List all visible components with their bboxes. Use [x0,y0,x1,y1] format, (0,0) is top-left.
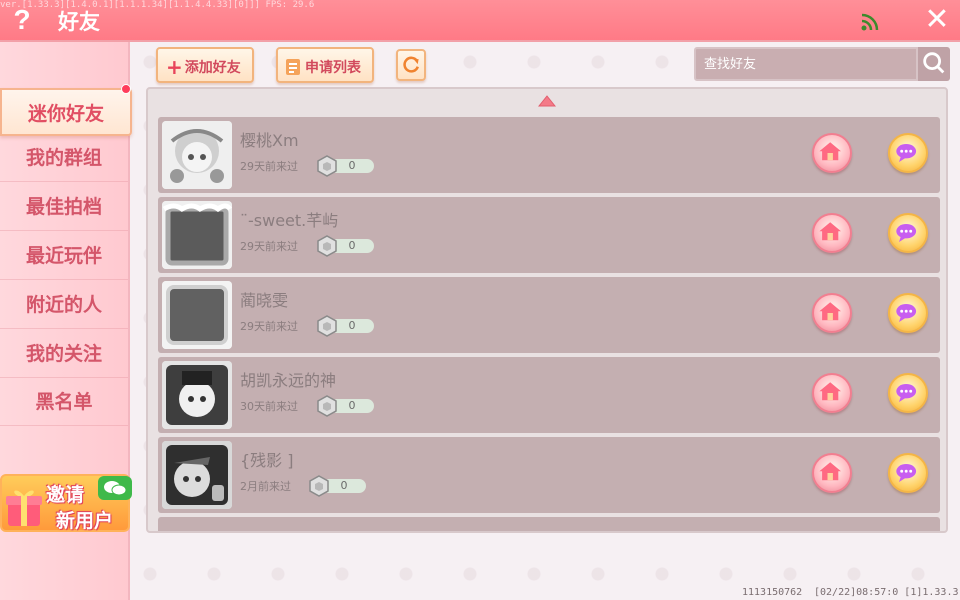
level-badge: 0 [316,315,374,337]
help-icon[interactable]: ? [8,4,36,36]
refresh-button[interactable] [396,49,426,81]
sidebar-item-following[interactable]: 我的关注 [0,330,128,378]
invite-new-user-banner[interactable]: 邀请 新用户 [0,474,132,532]
last-seen: 30天前来过 [240,400,298,413]
friend-row[interactable]: 樱桃Ⅹm 29天前来过 0 [158,117,940,193]
level-badge: 0 [316,395,374,417]
cube-icon [317,235,337,257]
search-box [694,47,950,81]
timestamp-text: [02/22]08:57:0 [1]1.33.3 [814,587,959,598]
home-icon [819,142,841,161]
visit-home-button[interactable] [812,373,852,413]
cube-icon [309,475,329,497]
last-seen: 29天前来过 [240,240,298,253]
cube-icon [317,395,337,417]
sidebar-item-recent-players[interactable]: 最近玩伴 [0,232,128,280]
chat-button[interactable] [888,133,928,173]
home-icon [819,462,841,481]
chat-button[interactable] [888,213,928,253]
search-icon [923,52,945,74]
friend-name: 胡凯永远的神 [240,371,337,390]
chat-button[interactable] [888,453,928,493]
friend-row[interactable]: 蔺晓雯 29天前来过 0 [158,277,940,353]
friend-row[interactable]: ¨-sweet.芊屿 29天前来过 0 [158,197,940,273]
wechat-icon [98,476,132,500]
avatar-character-image [162,441,232,509]
avatar[interactable] [162,281,232,349]
signal-icon[interactable] [860,12,880,32]
request-list-label: 申请列表 [305,60,361,76]
invite-line2: 新用户 [56,510,114,532]
last-seen: 29天前来过 [240,320,298,333]
visit-home-button[interactable] [812,293,852,333]
sidebar-item-mini-friends[interactable]: 迷你好友 [0,88,132,136]
add-friend-label: 添加好友 [184,60,241,76]
friend-row[interactable]: 胡凯永远的神 30天前来过 0 [158,357,940,433]
sidebar: 迷你好友 我的群组 最佳拍档 最近玩伴 附近的人 我的关注 黑名单 邀请 新用户 [0,42,132,600]
cube-icon [317,155,337,177]
level-badge: 0 [316,235,374,257]
chat-bubble-icon [896,144,917,162]
invite-line1: 邀请 [46,484,85,506]
version-text: ver.[1.33.3][1.4.0.1][1.1.1.34][1.1.4.4.… [0,0,315,10]
avatar-frame-image [162,201,232,269]
scroll-up-arrow-icon[interactable] [538,95,556,107]
chat-button[interactable] [888,373,928,413]
chat-bubble-icon [896,224,917,242]
avatar-girl-image [162,121,232,189]
visit-home-button[interactable] [812,453,852,493]
gift-icon [6,490,42,526]
request-list-button[interactable]: 申请列表 [276,47,374,83]
friend-row[interactable]: {残影 ] 2月前来过 0 [158,437,940,513]
page-title: 好友 [58,10,100,34]
sidebar-item-nearby[interactable]: 附近的人 [0,281,128,329]
avatar-default-image [162,281,232,349]
friend-name: ¨-sweet.芊屿 [240,211,339,230]
visit-home-button[interactable] [812,213,852,253]
level-badge: 0 [308,475,366,497]
avatar[interactable] [162,121,232,189]
chat-bubble-icon [896,464,917,482]
friend-name: 樱桃Ⅹm [240,131,299,150]
sidebar-item-best-partner[interactable]: 最佳拍档 [0,183,128,231]
home-icon [819,382,841,401]
chat-bubble-icon [896,384,917,402]
sidebar-item-my-groups[interactable]: 我的群组 [0,134,128,182]
top-bar: ver.[1.33.3][1.4.0.1][1.1.1.34][1.1.4.4.… [0,0,960,42]
last-seen: 2月前来过 [240,480,291,493]
search-input[interactable] [696,49,918,79]
notification-dot [121,84,131,94]
avatar[interactable] [162,201,232,269]
visit-home-button[interactable] [812,133,852,173]
friend-row-partial[interactable] [158,517,940,531]
chat-button[interactable] [888,293,928,333]
friend-name: {残影 ] [240,451,294,470]
home-icon [819,222,841,241]
avatar[interactable] [162,361,232,429]
add-friend-button[interactable]: + 添加好友 [156,47,254,83]
search-button[interactable] [916,47,950,81]
cube-icon [317,315,337,337]
plus-icon: + [166,55,183,79]
chat-bubble-icon [896,304,917,322]
friend-list-panel[interactable]: 樱桃Ⅹm 29天前来过 0 ¨-sweet.芊屿 29天前来过 0 蔺晓雯 29… [146,87,948,533]
avatar[interactable] [162,441,232,509]
level-badge: 0 [316,155,374,177]
close-icon[interactable]: ✕ [922,4,952,36]
sidebar-item-blacklist[interactable]: 黑名单 [0,378,128,426]
avatar-character-image [162,361,232,429]
user-id-text: 1113150762 [742,587,803,598]
home-icon [819,302,841,321]
last-seen: 29天前来过 [240,160,298,173]
request-list-icon [286,59,300,75]
friend-name: 蔺晓雯 [240,291,289,310]
refresh-icon [403,56,419,73]
